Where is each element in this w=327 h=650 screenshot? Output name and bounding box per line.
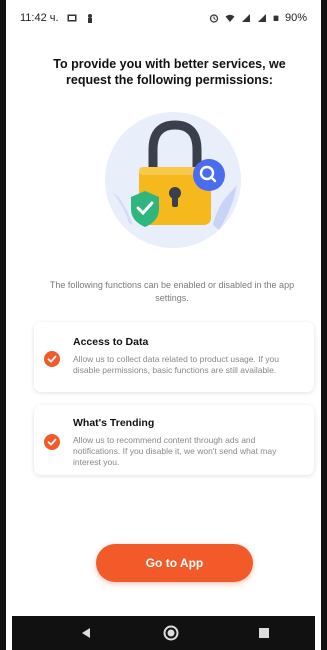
status-time: 11:42 ч. — [20, 12, 59, 24]
battery-icon — [273, 15, 279, 21]
card-body: Allow us to collect data related to prod… — [73, 354, 280, 375]
person-icon — [87, 14, 92, 23]
wifi-icon — [225, 14, 235, 22]
battery-percent: 90% — [284, 12, 307, 24]
check-icon — [44, 434, 60, 450]
recents-icon[interactable] — [256, 625, 272, 641]
status-bar: 11:42 ч. 90% — [12, 0, 315, 36]
app-screen: 11:42 ч. 90% To provide you with better … — [0, 0, 327, 650]
permission-card-trending: What's Trending Allow us to recommend co… — [34, 405, 314, 475]
settings-note: The following functions can be enabled o… — [49, 280, 295, 303]
permission-card-data: Access to Data Allow us to collect data … — [34, 322, 314, 392]
lock-illustration — [105, 112, 241, 248]
go-to-app-button[interactable]: Go to App — [96, 544, 253, 582]
card-heading: What's Trending — [73, 417, 155, 429]
back-icon[interactable] — [78, 625, 94, 641]
system-nav-bar — [12, 616, 315, 650]
home-icon[interactable] — [163, 625, 179, 641]
check-icon — [44, 351, 60, 367]
card-heading: Access to Data — [73, 336, 149, 348]
signal-icon-2 — [257, 14, 266, 22]
image-icon — [67, 14, 77, 22]
card-body: Allow us to recommend content through ad… — [73, 435, 277, 467]
page-title: To provide you with better services, we … — [53, 57, 286, 87]
signal-icon — [241, 14, 250, 22]
alarm-icon — [209, 14, 219, 23]
